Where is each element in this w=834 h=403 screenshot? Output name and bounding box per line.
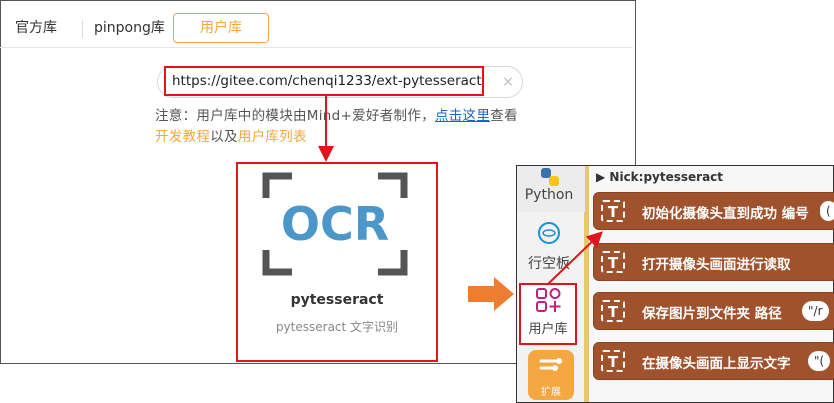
block-label: 初始化摄像头直到成功 编号 xyxy=(642,206,809,222)
category-python-label: Python xyxy=(524,187,574,203)
orange-arrow-icon xyxy=(468,277,514,311)
url-input-value[interactable]: https://gitee.com/chenqi1233/ext-pytesse… xyxy=(164,66,484,96)
block-input[interactable]: ( xyxy=(820,201,834,221)
tab-divider xyxy=(82,20,83,38)
block-save-image[interactable]: T 保存图片到文件夹 路径 "/r xyxy=(593,292,834,330)
dev-tutorial-link[interactable]: 开发教程 xyxy=(155,129,210,145)
block-input[interactable]: "/r xyxy=(802,301,829,321)
ocr-logo: OCR xyxy=(262,172,408,276)
text-block-icon: T xyxy=(601,251,625,273)
category-extensions-label: 扩展 xyxy=(541,387,561,398)
notice-text: 注意：用户库中的模块由Mind+爱好者制作，点击这里查看开发教程以及用户库列表 xyxy=(155,106,525,148)
card-title: pytesseract xyxy=(290,292,384,308)
user-library-icon xyxy=(536,288,561,312)
clear-icon[interactable]: × xyxy=(497,71,519,93)
card-description: pytesseract 文字识别 xyxy=(275,320,399,334)
category-board[interactable] xyxy=(517,219,581,249)
block-input[interactable]: "( xyxy=(808,351,831,371)
ocr-logo-text: OCR xyxy=(281,197,389,251)
block-label: 打开摄像头画面进行读取 xyxy=(642,257,791,273)
board-icon xyxy=(538,222,560,244)
blocks-header-label: Nick:pytesseract xyxy=(609,170,724,184)
block-label: 在摄像头画面上显示文字 xyxy=(642,356,791,372)
extensions-icon xyxy=(539,358,562,371)
tab-pinpong-library[interactable]: pinpong库 xyxy=(94,13,165,43)
click-here-link[interactable]: 点击这里 xyxy=(435,108,490,124)
block-show-text[interactable]: T 在摄像头画面上显示文字 "( xyxy=(593,342,834,380)
user-library-list-link[interactable]: 用户库列表 xyxy=(238,129,307,145)
notice-middle: 查看 xyxy=(490,108,518,124)
category-board-label: 行空板 xyxy=(528,256,570,272)
category-user-library-label: 用户库 xyxy=(528,322,568,337)
notice-prefix: 注意：用户库中的模块由Mind+爱好者制作， xyxy=(155,108,435,124)
block-init-camera[interactable]: T 初始化摄像头直到成功 编号 ( xyxy=(593,192,834,230)
blocks-header[interactable]: ▶ Nick:pytesseract xyxy=(596,170,723,184)
collapse-triangle-icon: ▶ xyxy=(596,170,610,184)
block-open-camera[interactable]: T 打开摄像头画面进行读取 xyxy=(593,243,834,281)
tab-user-library[interactable]: 用户库 xyxy=(173,13,269,43)
tab-official-library[interactable]: 官方库 xyxy=(15,13,57,43)
text-block-icon: T xyxy=(601,300,625,322)
block-label: 保存图片到文件夹 路径 xyxy=(642,306,782,322)
notice-mid2: 以及 xyxy=(210,129,238,145)
text-block-icon: T xyxy=(601,350,625,372)
text-block-icon: T xyxy=(601,200,625,222)
